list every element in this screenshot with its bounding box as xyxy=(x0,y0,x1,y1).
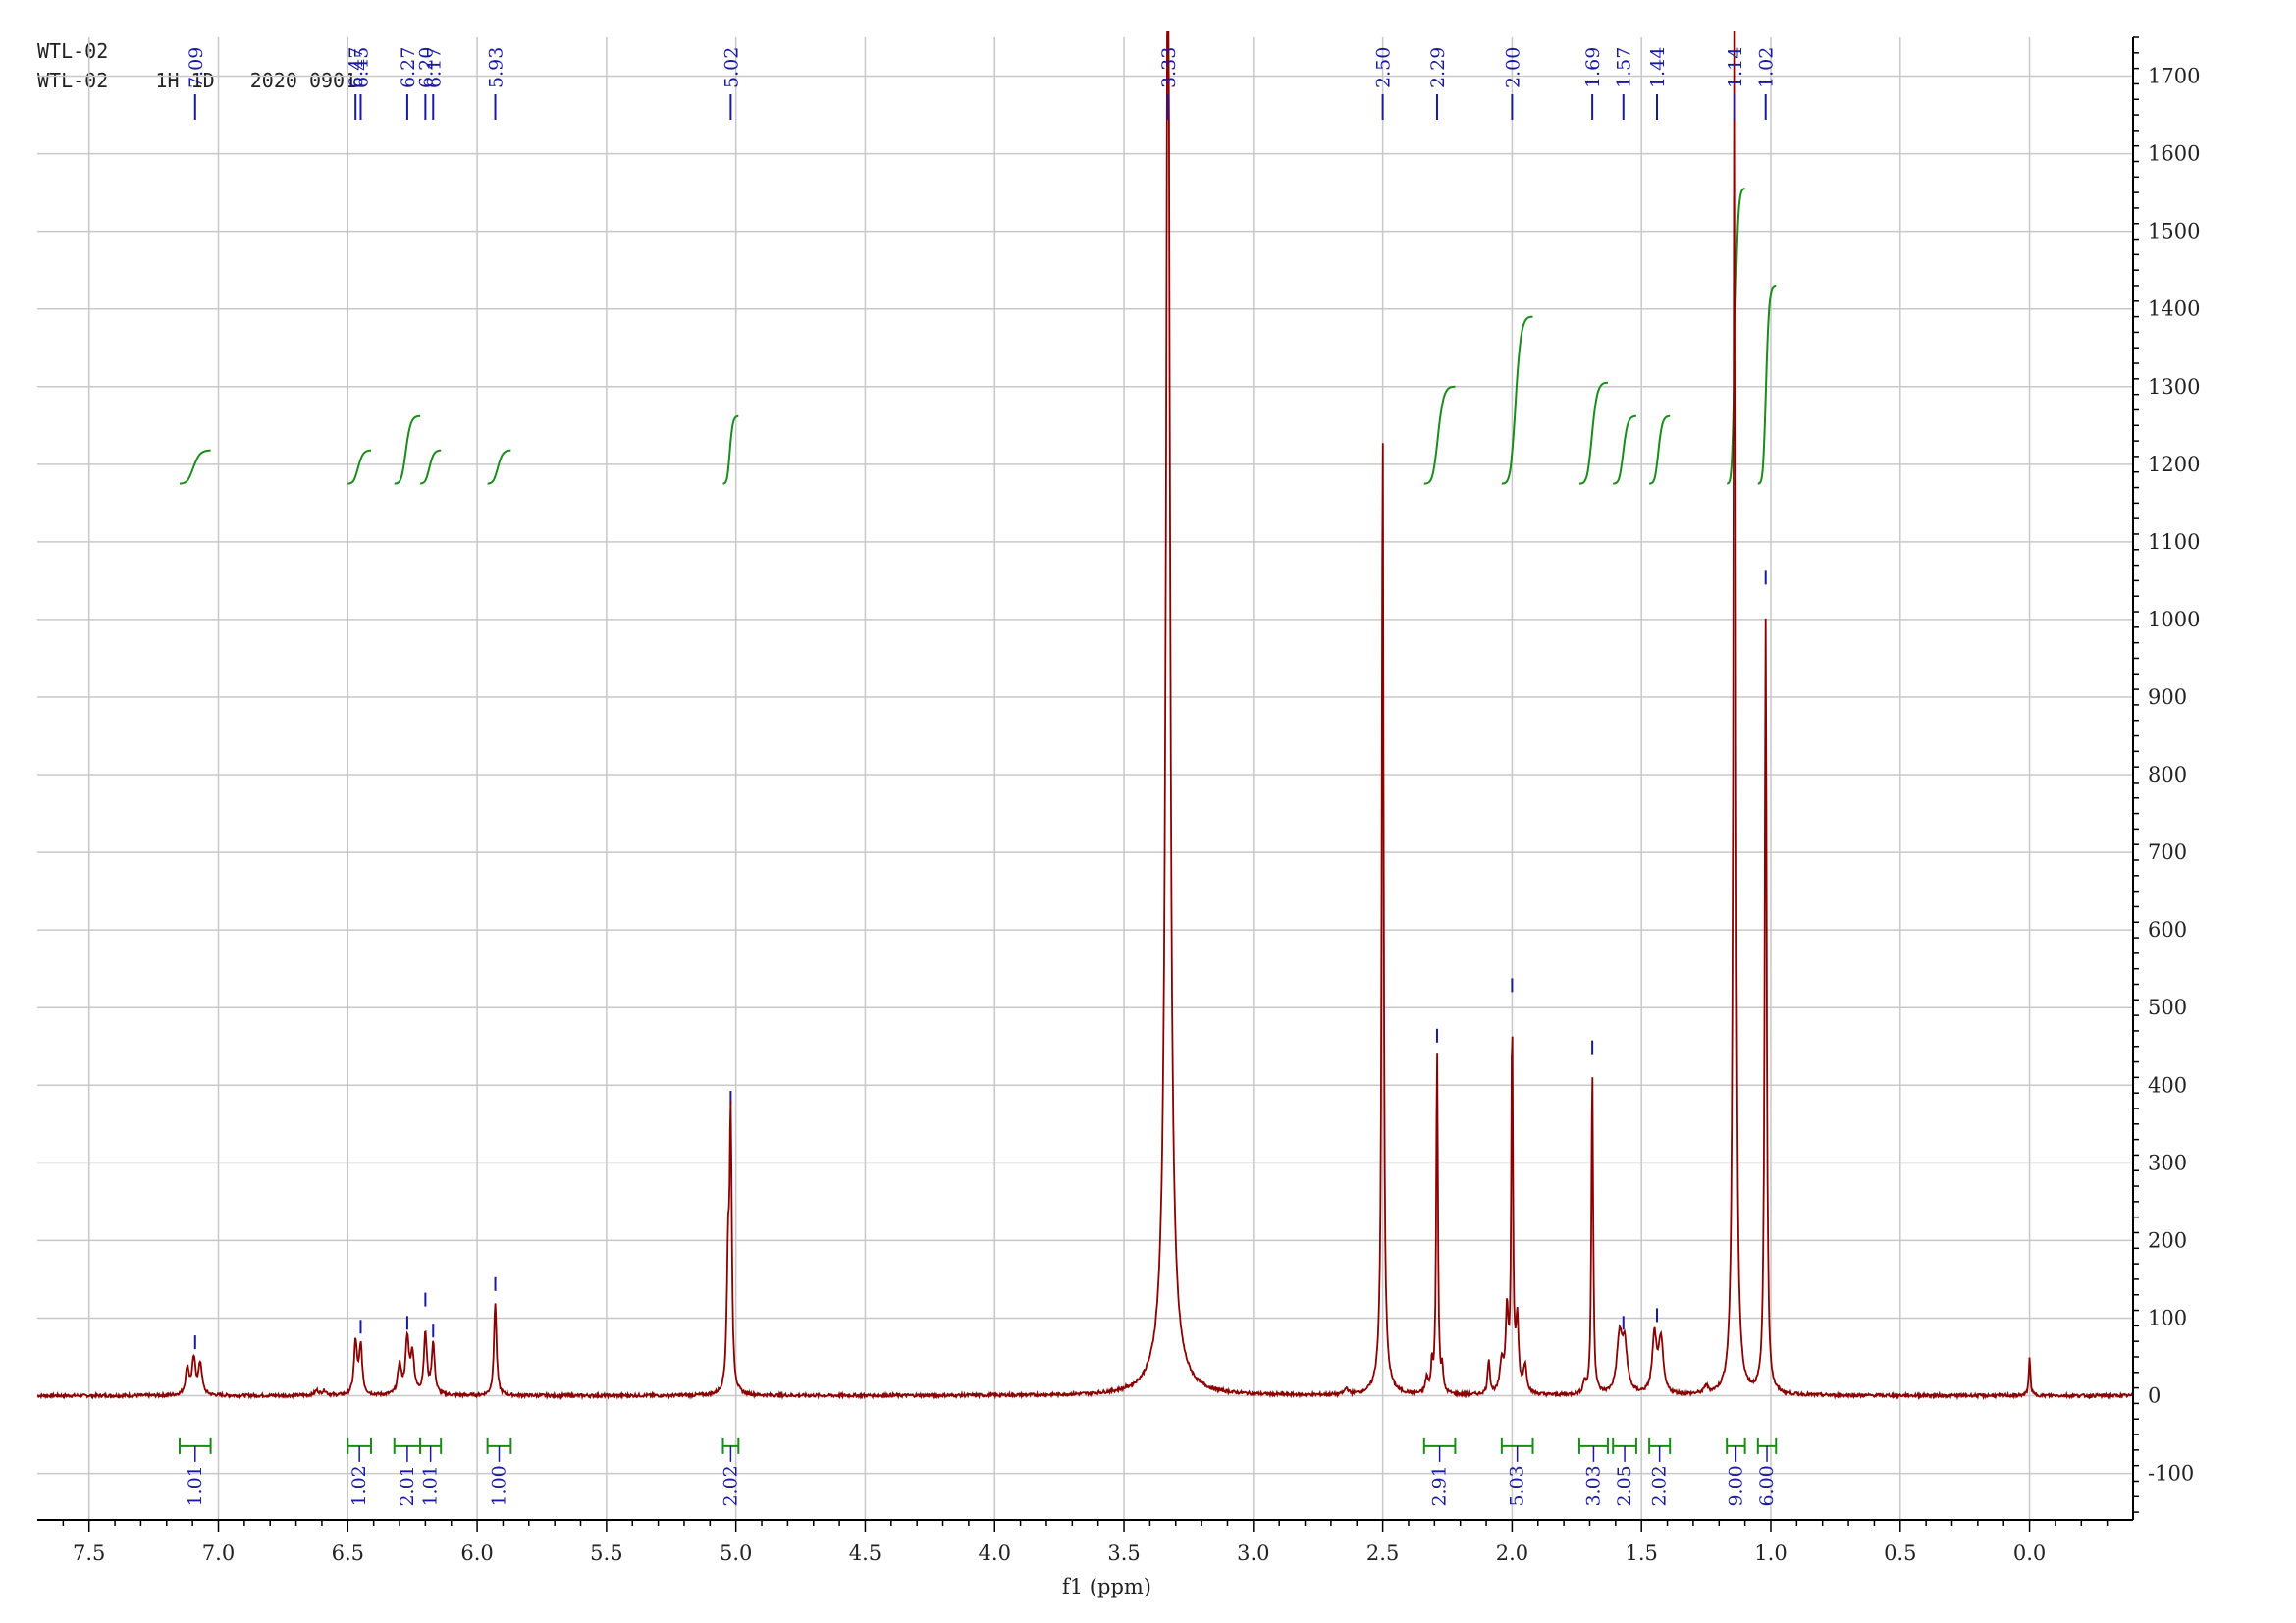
integral-value: 1.00 xyxy=(488,1465,509,1506)
integral-curves xyxy=(179,188,1777,485)
integral-curve xyxy=(1423,385,1456,485)
y-tick-label: 1000 xyxy=(2148,608,2200,631)
y-tick-label: 1600 xyxy=(2148,142,2200,166)
integral-value: 1.02 xyxy=(348,1465,370,1506)
integral-curve xyxy=(1648,414,1671,485)
x-tick-label: 5.5 xyxy=(590,1542,622,1565)
integral-brackets: 1.01 1.02 2.01 1.01 1.00 2.02 2.91 5.03 3.03 2.05… xyxy=(178,1437,1778,1507)
integral-value: 5.03 xyxy=(1507,1465,1528,1506)
grid-lines xyxy=(37,37,2133,1520)
integral-curve xyxy=(487,449,511,485)
integral-curve xyxy=(1757,284,1777,485)
y-tick-label: 1400 xyxy=(2148,298,2200,321)
x-tick-label: 7.0 xyxy=(202,1542,235,1565)
y-tick-label: 100 xyxy=(2148,1306,2187,1329)
peak-label: 1.57 xyxy=(1614,47,1635,88)
y-tick-label: 0 xyxy=(2148,1384,2161,1408)
x-tick-label: 1.5 xyxy=(1625,1542,1657,1565)
x-tick-label: 4.5 xyxy=(849,1542,881,1565)
x-axis-label: f1 (ppm) xyxy=(1062,1575,1151,1598)
y-tick-label: 1500 xyxy=(2148,220,2200,243)
y-tick-label: 1100 xyxy=(2148,530,2200,554)
x-tick-label: 0.5 xyxy=(1884,1542,1916,1565)
peak-labels: 7.09 6.476.45 6.276.206.17 5.93 5.02 3.33 2.50… xyxy=(186,47,1778,120)
peak-label: 6.17 xyxy=(423,47,445,88)
integral-value: 1.01 xyxy=(185,1465,206,1506)
x-tick-label: 1.0 xyxy=(1754,1542,1787,1565)
integral-value: 2.01 xyxy=(397,1465,418,1506)
peak-label: 1.44 xyxy=(1647,47,1669,88)
y-tick-label: 800 xyxy=(2148,763,2187,786)
y-tick-label: 400 xyxy=(2148,1073,2187,1097)
peak-label: 2.50 xyxy=(1373,47,1395,88)
integral-value: 1.01 xyxy=(420,1465,442,1506)
spectrum-line xyxy=(37,31,2133,1401)
integral-value: 6.00 xyxy=(1756,1465,1778,1506)
nmr-spectrum-chart: 1.01 1.02 2.01 1.01 1.00 2.02 2.91 5.03 3.03 2.05… xyxy=(37,31,2200,1598)
x-tick-label: 4.0 xyxy=(979,1542,1011,1565)
peak-ticks xyxy=(193,427,1767,1350)
y-tick-label: 600 xyxy=(2148,918,2187,942)
x-tick-label: 3.5 xyxy=(1107,1542,1140,1565)
y-tick-label: 500 xyxy=(2148,996,2187,1019)
x-tick-label: 5.0 xyxy=(720,1542,752,1565)
peak-label: 2.00 xyxy=(1502,47,1523,88)
x-tick-label: 0.0 xyxy=(2013,1542,2046,1565)
x-tick-label: 3.0 xyxy=(1237,1542,1269,1565)
peak-label: 6.45 xyxy=(350,47,372,88)
x-tick-label: 6.0 xyxy=(460,1542,493,1565)
y-tick-label: 1700 xyxy=(2148,65,2200,88)
peak-label: 3.33 xyxy=(1158,47,1180,88)
integral-curve xyxy=(420,449,442,485)
peak-label: 7.09 xyxy=(186,47,207,88)
x-tick-label: 2.0 xyxy=(1496,1542,1528,1565)
y-tick-label: 300 xyxy=(2148,1151,2187,1174)
integral-value: 2.91 xyxy=(1429,1465,1451,1506)
y-tick-label: 1300 xyxy=(2148,375,2200,399)
peak-label: 1.14 xyxy=(1725,47,1746,88)
y-tick-label: 700 xyxy=(2148,840,2187,864)
integral-curve xyxy=(1501,315,1533,485)
axes: 7.5 7.0 6.5 6.0 5.5 5.0 4.5 4.0 3.5 3.0 2.5 2.0 1.5 1… xyxy=(37,36,2200,1565)
integral-curve xyxy=(1578,381,1608,485)
integral-value: 2.02 xyxy=(720,1465,741,1506)
integral-curve xyxy=(394,414,421,485)
peak-label: 5.93 xyxy=(486,47,507,88)
spectrum-trace xyxy=(37,31,2133,1401)
integral-value: 9.00 xyxy=(1725,1465,1746,1506)
peak-label: 5.02 xyxy=(721,47,742,88)
peak-label: 2.29 xyxy=(1427,47,1449,88)
x-tick-label: 7.5 xyxy=(73,1542,105,1565)
integral-curve xyxy=(347,449,372,485)
x-tick-label: 6.5 xyxy=(332,1542,364,1565)
y-tick-label: 1200 xyxy=(2148,453,2200,476)
y-tick-label: -100 xyxy=(2148,1462,2194,1486)
integral-curve xyxy=(179,449,211,485)
integral-value: 2.02 xyxy=(1649,1465,1671,1506)
integral-value: 3.03 xyxy=(1582,1465,1604,1506)
integral-curve xyxy=(1613,414,1637,485)
y-tick-label: 200 xyxy=(2148,1228,2187,1252)
peak-label: 1.02 xyxy=(1756,47,1778,88)
y-tick-label: 900 xyxy=(2148,685,2187,709)
integral-value: 2.05 xyxy=(1614,1465,1635,1506)
x-tick-label: 2.5 xyxy=(1366,1542,1399,1565)
peak-label: 1.69 xyxy=(1582,47,1604,88)
